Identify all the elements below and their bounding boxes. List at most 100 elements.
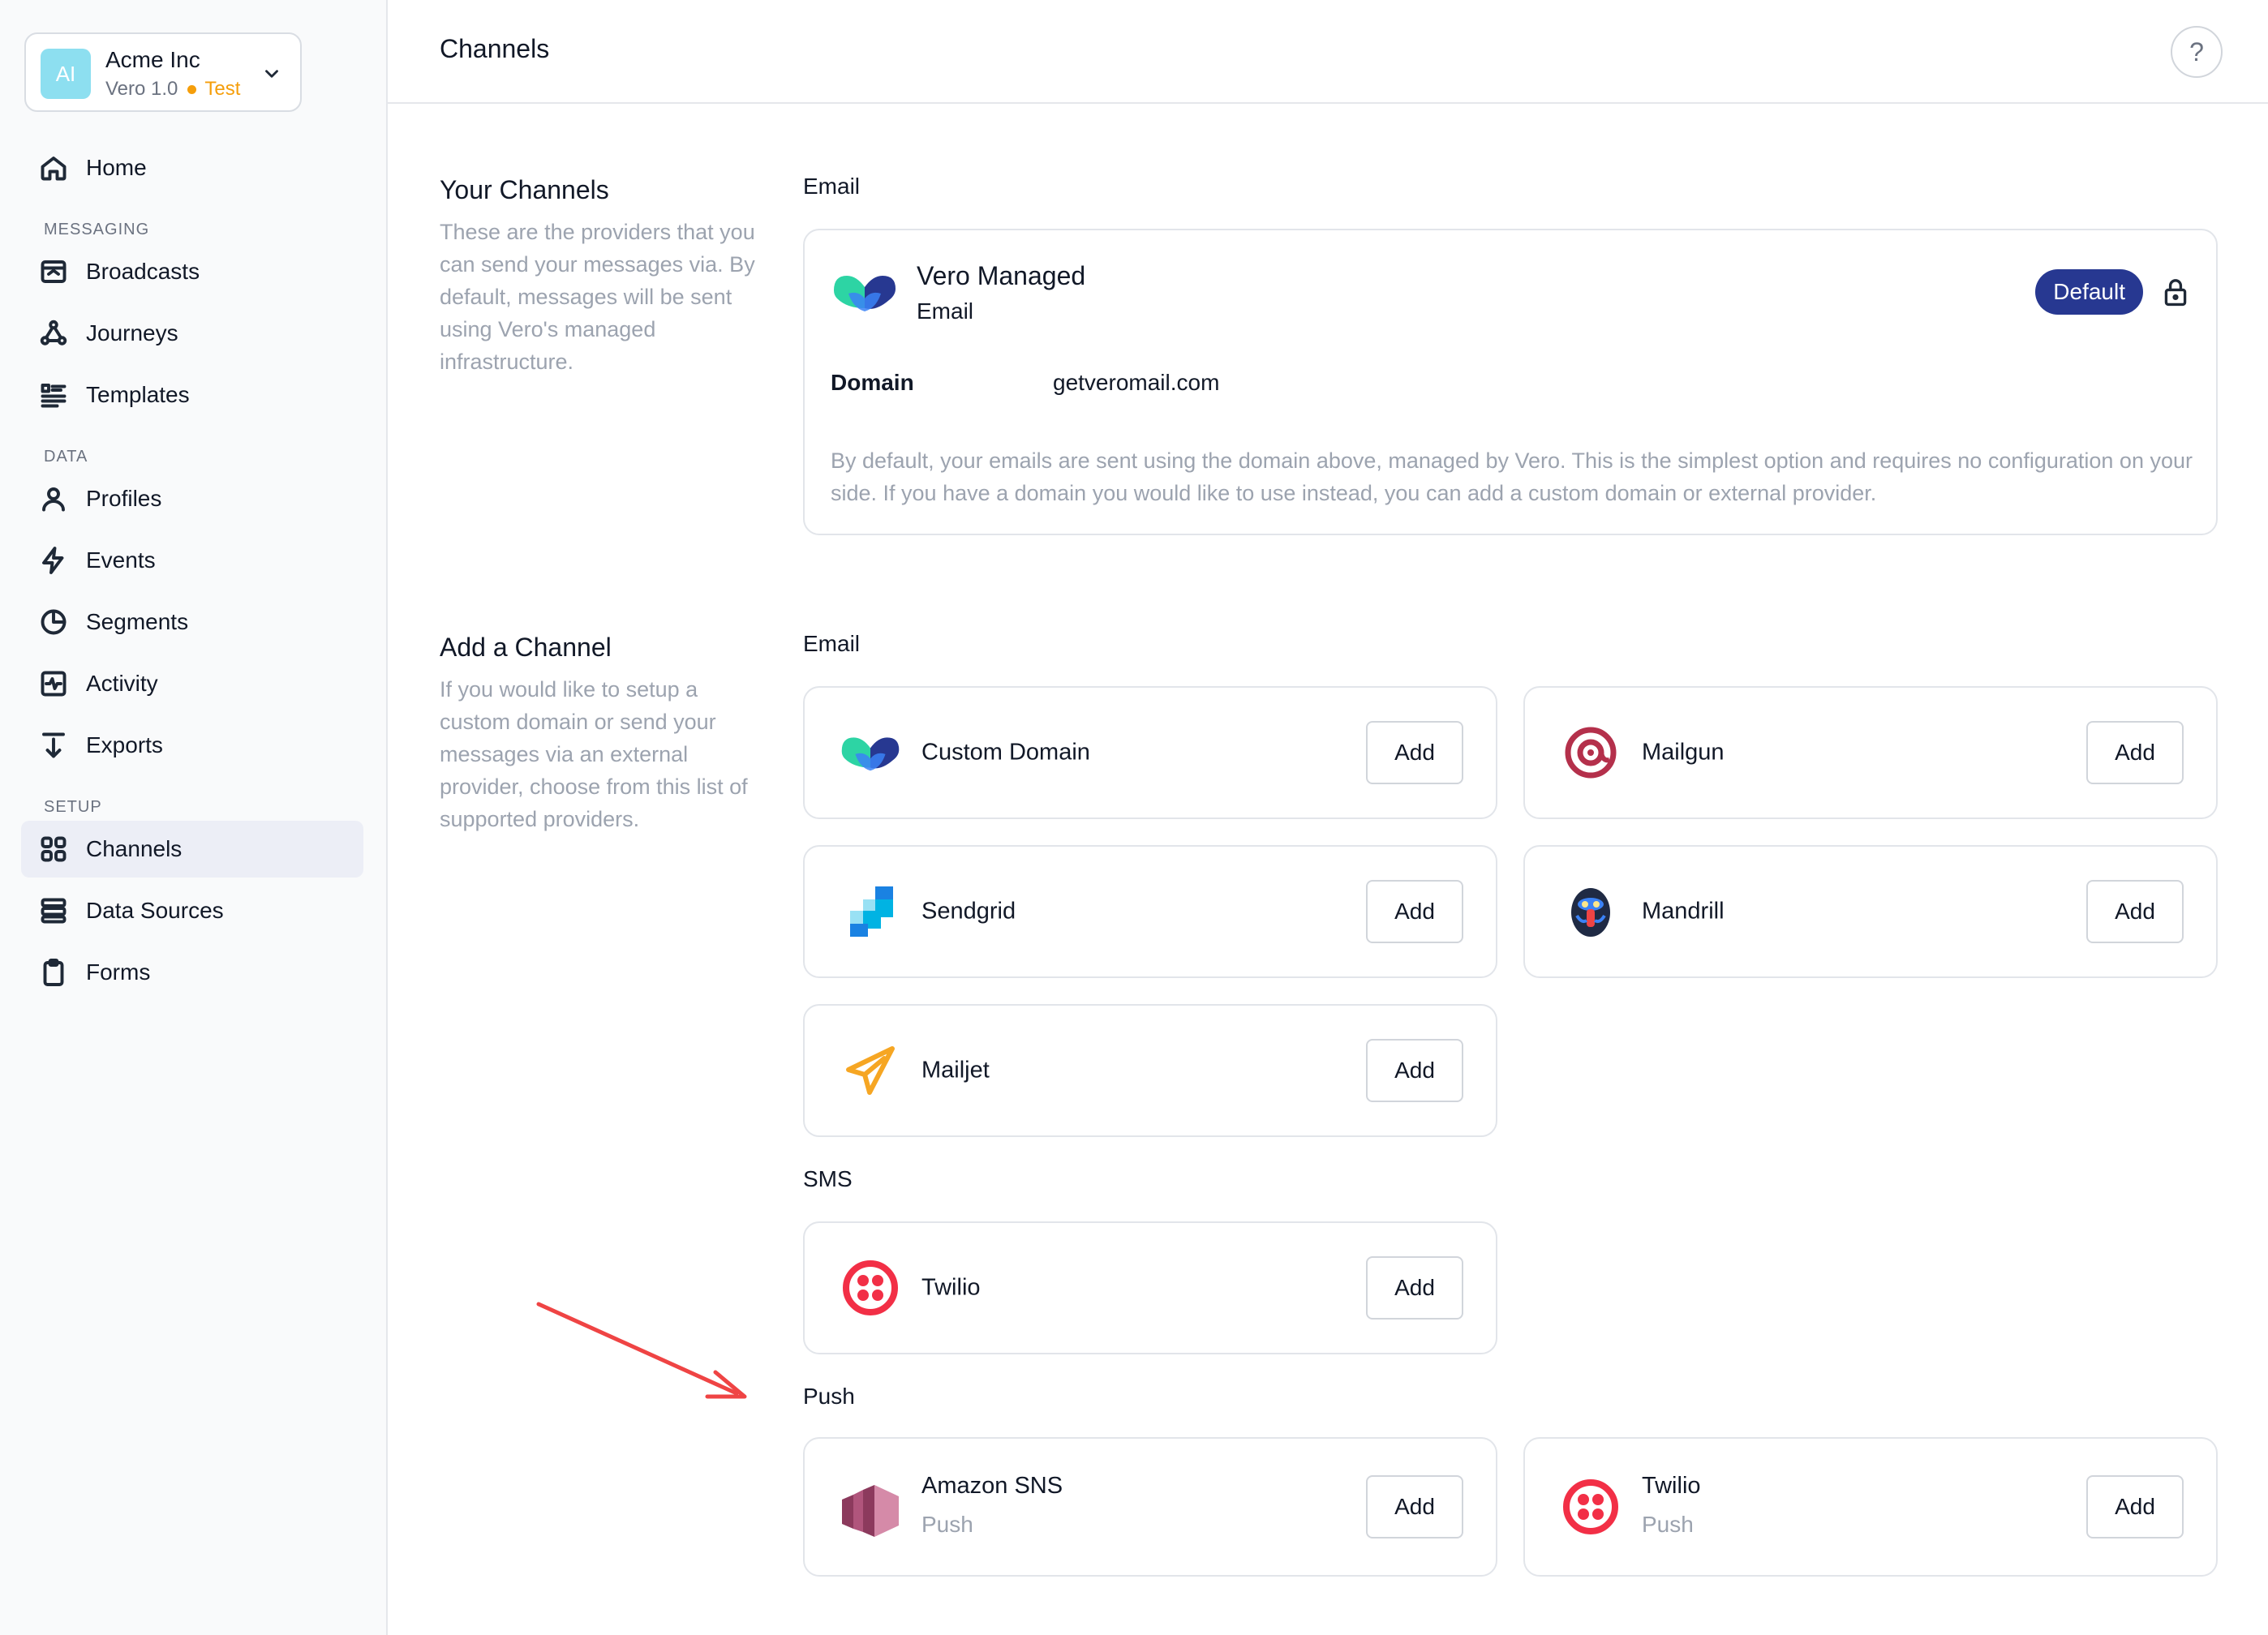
add-twilio-sms-button[interactable]: Add xyxy=(1366,1256,1463,1320)
provider-card-amazon-sns: Amazon SNS Push Add xyxy=(803,1437,1497,1577)
add-push-label: Push xyxy=(803,1384,855,1409)
add-email-label: Email xyxy=(803,631,861,656)
domain-value: getveromail.com xyxy=(1053,370,1220,395)
provider-name: Amazon SNS xyxy=(921,1473,1063,1499)
nav-section-messaging: MESSAGING xyxy=(44,221,150,238)
provider-card-mailgun: Mailgun Add xyxy=(1523,686,2218,819)
domain-label: Domain xyxy=(831,370,914,395)
your-channels-email-label: Email xyxy=(803,174,861,199)
help-button[interactable]: ? xyxy=(2171,26,2223,78)
activity-icon xyxy=(41,671,67,697)
nav-label-home: Home xyxy=(86,155,147,180)
sidebar: AI Acme Inc Vero 1.0 Test Home MESSAGING… xyxy=(0,0,388,1635)
org-product: Vero 1.0 xyxy=(105,78,178,100)
add-mandrill-button[interactable]: Add xyxy=(2086,880,2184,943)
nav-item-broadcasts[interactable]: Broadcasts xyxy=(21,243,363,300)
add-sms-label: SMS xyxy=(803,1166,853,1191)
provider-card-twilio-push: Twilio Push Add xyxy=(1523,1437,2218,1577)
mailgun-icon xyxy=(1565,727,1617,779)
lightning-icon xyxy=(42,547,64,574)
nav-item-exports[interactable]: Exports xyxy=(21,717,363,774)
add-channel-description: If you would like to setup a custom doma… xyxy=(440,677,748,831)
twilio-icon xyxy=(843,1260,898,1315)
provider-name: Custom Domain xyxy=(921,739,1090,766)
nav-item-profiles[interactable]: Profiles xyxy=(21,470,363,527)
add-sendgrid-button[interactable]: Add xyxy=(1366,880,1463,943)
vero-icon xyxy=(841,737,900,771)
provider-name: Twilio xyxy=(921,1274,981,1301)
templates-icon xyxy=(41,384,67,408)
add-amazon-sns-button[interactable]: Add xyxy=(1366,1475,1463,1538)
nav-section-setup: SETUP xyxy=(44,798,102,816)
provider-card-mailjet: Mailjet Add xyxy=(803,1004,1497,1137)
nav-item-journeys[interactable]: Journeys xyxy=(21,305,363,362)
org-avatar: AI xyxy=(41,49,91,99)
home-icon xyxy=(41,157,67,181)
nav-label-channels: Channels xyxy=(86,836,183,861)
add-custom-domain-button[interactable]: Add xyxy=(1366,721,1463,784)
nav-label-data-sources: Data Sources xyxy=(86,898,224,923)
provider-card-twilio-sms: Twilio Add xyxy=(803,1221,1497,1354)
export-icon xyxy=(42,732,65,758)
nav-section-data: DATA xyxy=(44,448,88,466)
nav-item-forms[interactable]: Forms xyxy=(21,944,363,1001)
your-channels-description: These are the providers that you can sen… xyxy=(440,220,755,374)
nav-item-events[interactable]: Events xyxy=(21,532,363,589)
twilio-icon xyxy=(1563,1479,1618,1534)
user-icon xyxy=(42,487,65,512)
add-mailjet-button[interactable]: Add xyxy=(1366,1039,1463,1102)
pie-chart-icon xyxy=(41,609,67,635)
nav-item-activity[interactable]: Activity xyxy=(21,655,363,712)
provider-name: Sendgrid xyxy=(921,898,1016,925)
add-channel-title: Add a Channel xyxy=(440,633,612,662)
default-badge: Default xyxy=(2035,269,2143,315)
nav-item-channels[interactable]: Channels xyxy=(21,821,363,878)
nav-item-segments[interactable]: Segments xyxy=(21,594,363,650)
nav-label-events: Events xyxy=(86,547,156,573)
nav-label-journeys: Journeys xyxy=(86,320,178,345)
provider-name: Twilio xyxy=(1642,1473,1701,1499)
org-environment: Test xyxy=(204,78,241,100)
provider-card-mandrill: Mandrill Add xyxy=(1523,845,2218,978)
provider-subtitle: Push xyxy=(1642,1512,1694,1537)
env-dot-icon xyxy=(187,84,197,94)
provider-card-sendgrid: Sendgrid Add xyxy=(803,845,1497,978)
lock-icon xyxy=(2164,279,2187,307)
add-mailgun-button[interactable]: Add xyxy=(2086,721,2184,784)
nav-label-segments: Segments xyxy=(86,609,189,634)
nav-item-data-sources[interactable]: Data Sources xyxy=(21,882,363,939)
sendgrid-icon xyxy=(850,886,893,937)
add-twilio-push-button[interactable]: Add xyxy=(2086,1475,2184,1538)
channels-icon xyxy=(41,836,67,862)
your-channels-title: Your Channels xyxy=(440,175,609,204)
org-name: Acme Inc xyxy=(105,47,200,72)
org-switcher[interactable]: AI Acme Inc Vero 1.0 Test xyxy=(24,32,302,112)
amazon-sns-icon xyxy=(842,1485,899,1537)
mailjet-icon xyxy=(846,1046,895,1095)
org-subtitle: Vero 1.0 Test xyxy=(105,78,240,101)
chevron-down-icon xyxy=(265,70,278,78)
page-title: Channels xyxy=(440,34,550,63)
provider-name: Mailjet xyxy=(921,1057,990,1084)
managed-provider-type: Email xyxy=(917,298,974,324)
nav-label-exports: Exports xyxy=(86,732,163,757)
nav-item-home[interactable]: Home xyxy=(21,139,363,196)
server-icon xyxy=(41,898,67,924)
nav-label-forms: Forms xyxy=(86,959,151,985)
journeys-icon xyxy=(40,320,67,345)
managed-provider-name: Vero Managed xyxy=(917,261,1086,290)
broadcast-icon xyxy=(41,260,67,283)
clipboard-icon xyxy=(43,959,64,986)
nav-label-activity: Activity xyxy=(86,671,158,696)
managed-note: By default, your emails are sent using t… xyxy=(831,448,2193,505)
nav-label-broadcasts: Broadcasts xyxy=(86,259,200,284)
page-header: Channels ? xyxy=(388,0,2268,104)
nav-item-templates[interactable]: Templates xyxy=(21,367,363,423)
vero-icon xyxy=(834,276,896,311)
mandrill-icon xyxy=(1571,888,1610,937)
provider-card-custom-domain: Custom Domain Add xyxy=(803,686,1497,819)
vero-managed-card: Vero Managed Email Default Domain getver… xyxy=(803,229,2218,535)
provider-name: Mandrill xyxy=(1642,898,1725,925)
provider-subtitle: Push xyxy=(921,1512,973,1537)
nav-label-templates: Templates xyxy=(86,382,190,407)
